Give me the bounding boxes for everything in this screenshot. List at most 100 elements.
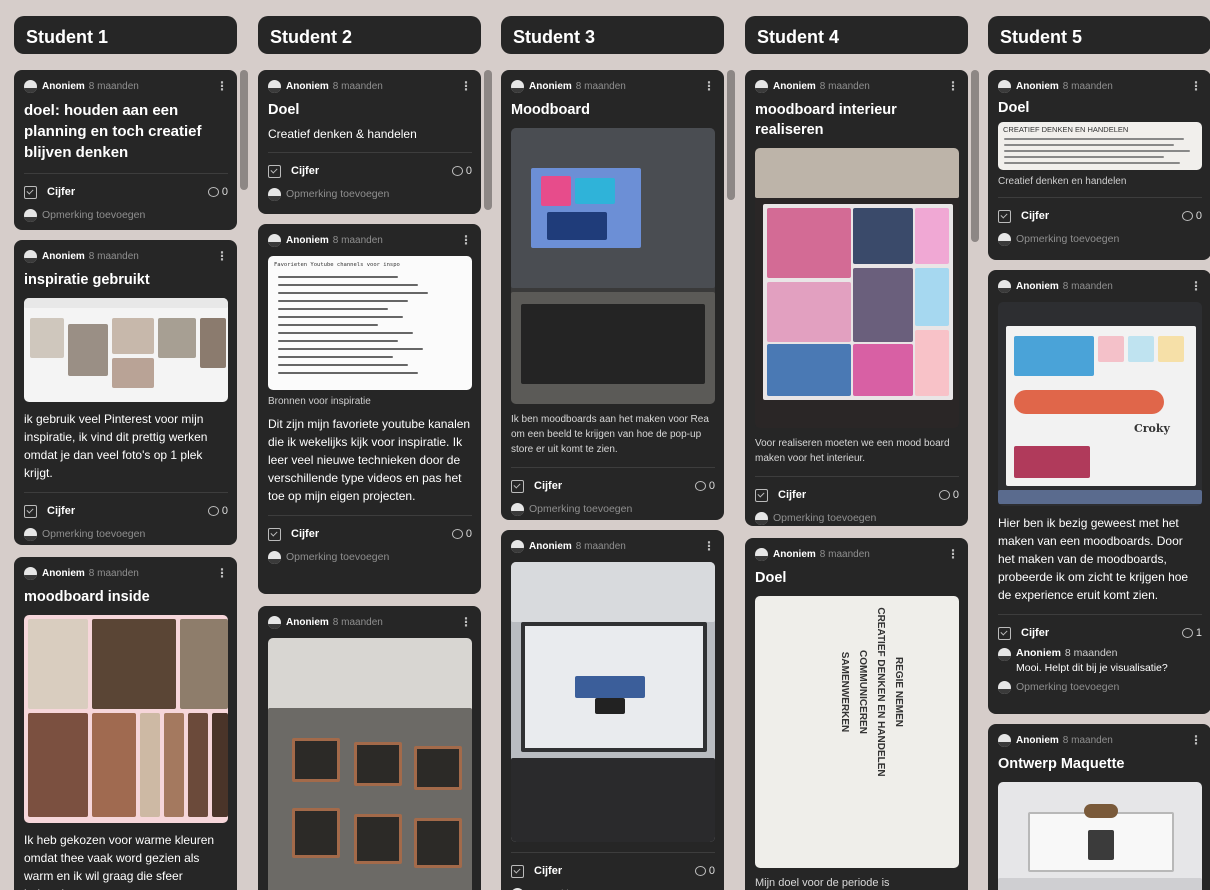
post-card[interactable]: Anoniem 8 maanden ⋮ Doel REGIE NEMEN CREAT… [745, 538, 968, 890]
image-detail [24, 298, 228, 308]
column-scrollbar[interactable] [240, 70, 248, 190]
author-name: Anoniem [529, 540, 572, 552]
grade-row[interactable]: Cijfer 1 [998, 623, 1202, 643]
post-card[interactable]: Anoniem 8 maanden ⋮ Doel CREATIEF DENKEN E… [988, 70, 1210, 260]
grade-row[interactable]: Cijfer 0 [755, 485, 959, 505]
add-comment-row[interactable]: Opmerking toevoegen [755, 509, 959, 526]
grade-row[interactable]: Cijfer 0 [24, 182, 228, 202]
add-comment-label: Opmerking toevoegen [42, 528, 146, 540]
column-header[interactable]: Student 4 [745, 16, 968, 54]
column-header[interactable]: Student 3 [501, 16, 724, 54]
post-image[interactable]: Favorieten Youtube channels voor inspo [268, 256, 472, 390]
image-detail [1014, 446, 1090, 478]
post-card[interactable]: Anoniem 8 maanden ⋮ inspiratie gebruikt ik… [14, 240, 237, 545]
grade-row[interactable]: Cijfer 0 [998, 206, 1202, 226]
image-detail [354, 742, 402, 786]
more-options-icon[interactable]: ⋮ [1190, 79, 1202, 93]
post-image[interactable] [268, 638, 472, 890]
more-options-icon[interactable]: ⋮ [460, 233, 472, 247]
post-image[interactable] [24, 298, 228, 402]
more-options-icon[interactable]: ⋮ [216, 249, 228, 263]
grade-row[interactable]: Cijfer 0 [511, 861, 715, 881]
post-card[interactable]: Anoniem 8 maanden ⋮ moodboard interieur re… [745, 70, 968, 526]
column-title: Student 3 [513, 27, 596, 47]
more-options-icon[interactable]: ⋮ [703, 539, 715, 553]
comment-count[interactable]: 0 [451, 165, 472, 177]
comment-count[interactable]: 0 [451, 528, 472, 540]
post-card[interactable]: Anoniem 8 maanden ⋮ Croky Hier ben ik bezi… [988, 270, 1210, 714]
more-options-icon[interactable]: ⋮ [947, 547, 959, 561]
more-options-icon[interactable]: ⋮ [1190, 733, 1202, 747]
more-options-icon[interactable]: ⋮ [460, 615, 472, 629]
grade-row[interactable]: Cijfer 0 [268, 161, 472, 181]
add-comment-row[interactable]: Opmerking toevoegen [24, 206, 228, 224]
post-image[interactable]: Croky [998, 302, 1202, 506]
image-detail [278, 364, 408, 366]
avatar [511, 502, 524, 516]
column-scrollbar[interactable] [484, 70, 492, 210]
image-detail [575, 178, 615, 204]
column-scrollbar[interactable] [971, 70, 979, 242]
grade-row[interactable]: Cijfer 0 [511, 476, 715, 496]
grade-icon [998, 209, 1011, 223]
post-image[interactable] [755, 148, 959, 428]
add-comment-row[interactable]: Opmerking toevoegen [998, 230, 1202, 248]
add-comment-row[interactable]: Opmerking toevoegen [511, 885, 715, 890]
comment-count[interactable]: 0 [207, 505, 228, 517]
post-card[interactable]: Anoniem 8 maanden ⋮ moodboard inside Ik he… [14, 557, 237, 890]
post-image[interactable]: CREATIEF DENKEN EN HANDELEN [998, 122, 1202, 170]
post-image[interactable]: REGIE NEMEN CREATIEF DENKEN EN HANDELEN … [755, 596, 959, 868]
column-header[interactable]: Student 2 [258, 16, 481, 54]
grade-icon [755, 488, 768, 502]
comment-count[interactable]: 0 [207, 186, 228, 198]
image-text-line: SAMENWERKEN [839, 651, 850, 733]
post-card[interactable]: Anoniem8 maanden ⋮ Cijfer 0 Opmerking toev… [501, 530, 724, 890]
comment-count-value: 0 [1195, 210, 1202, 222]
post-card[interactable]: Anoniem 8 maanden ⋮ Moodboard Ik ben moodb… [501, 70, 724, 520]
column-header[interactable]: Student 1 [14, 16, 237, 54]
post-image[interactable] [998, 782, 1202, 890]
more-options-icon[interactable]: ⋮ [1190, 279, 1202, 293]
post-card[interactable]: Anoniem 8 maanden ⋮ [258, 606, 481, 890]
more-options-icon[interactable]: ⋮ [216, 79, 228, 93]
image-detail [278, 348, 423, 350]
more-options-icon[interactable]: ⋮ [703, 79, 715, 93]
post-image[interactable] [24, 615, 228, 823]
image-detail [278, 356, 393, 358]
post-card[interactable]: Anoniem 8 maanden ⋮ Doel Creatief denken &… [258, 70, 481, 214]
add-comment-row[interactable]: Opmerking toevoegen [268, 185, 472, 203]
comment-count[interactable]: 1 [1181, 627, 1202, 639]
comment-count-value: 0 [221, 186, 228, 198]
post-card[interactable]: Anoniem 8 maanden ⋮ Favorieten Youtube cha… [258, 224, 481, 594]
grade-row[interactable]: Cijfer 0 [268, 524, 472, 544]
comment-count[interactable]: 0 [1181, 210, 1202, 222]
column-scrollbar[interactable] [727, 70, 735, 200]
more-options-icon[interactable]: ⋮ [216, 566, 228, 580]
grade-row[interactable]: Cijfer 0 [24, 501, 228, 521]
post-time: 8 maanden [1062, 280, 1113, 292]
comment-count[interactable]: 0 [938, 489, 959, 501]
author-name: Anoniem [1016, 80, 1059, 92]
column-header[interactable]: Student 5 [988, 16, 1210, 54]
post-image[interactable] [511, 562, 715, 842]
image-detail [292, 808, 340, 858]
add-comment-row[interactable]: Opmerking toevoegen [24, 525, 228, 543]
divider [24, 492, 228, 493]
author-name: Anoniem [42, 250, 85, 262]
comment-count[interactable]: 0 [694, 865, 715, 877]
post-card[interactable]: Anoniem 8 maanden ⋮ doel: houden aan een p… [14, 70, 237, 230]
add-comment-row[interactable]: Opmerking toevoegen [268, 548, 472, 566]
more-options-icon[interactable]: ⋮ [947, 79, 959, 93]
post-card[interactable]: Anoniem 8 maanden ⋮ Ontwerp Maquette [988, 724, 1210, 890]
post-image[interactable] [511, 128, 715, 404]
add-comment-label: Opmerking toevoegen [773, 512, 877, 524]
add-comment-row[interactable]: Opmerking toevoegen [998, 678, 1202, 696]
comment-count-value: 0 [708, 480, 715, 492]
add-comment-row[interactable]: Opmerking toevoegen [511, 500, 715, 518]
image-detail [521, 304, 705, 384]
column-title: Student 4 [757, 27, 840, 47]
comment-count-value: 0 [708, 865, 715, 877]
comment-count[interactable]: 0 [694, 480, 715, 492]
post-time: 8 maanden [332, 80, 383, 92]
more-options-icon[interactable]: ⋮ [460, 79, 472, 93]
